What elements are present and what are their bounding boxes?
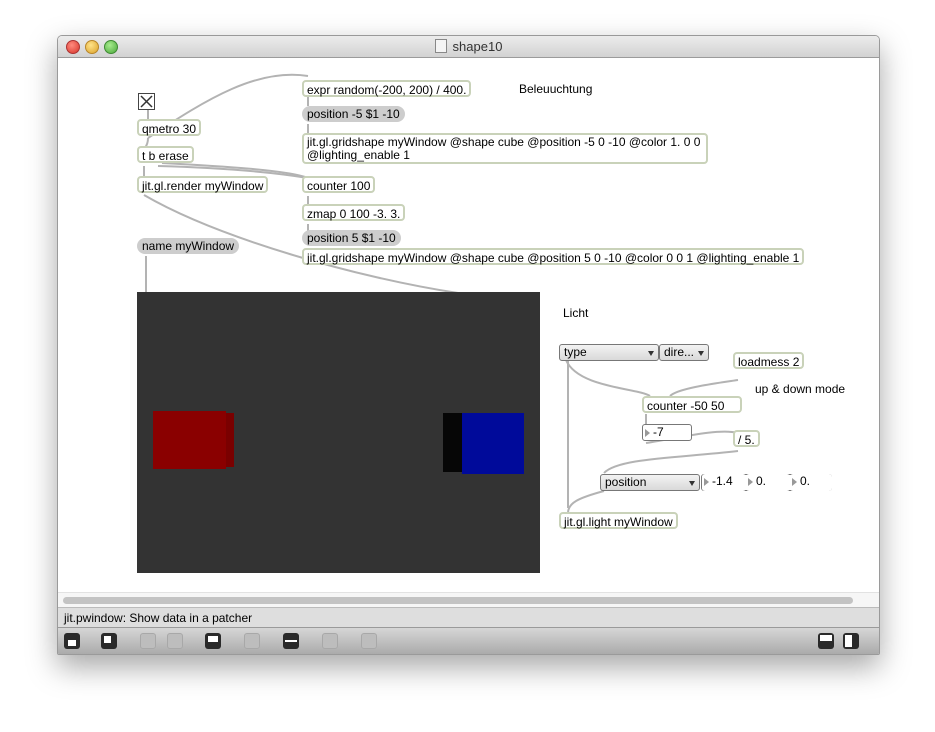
presentation-icon[interactable] xyxy=(101,633,117,649)
jit-pwindow[interactable] xyxy=(137,292,540,573)
number-triangle-icon xyxy=(704,478,709,486)
comment-up-down-mode: up & down mode xyxy=(755,382,846,396)
gear-icon[interactable] xyxy=(361,633,377,649)
chevron-down-icon xyxy=(689,481,695,486)
render-object[interactable]: jit.gl.render myWindow xyxy=(137,176,269,193)
position-numbers[interactable]: -1.4 0. 0. xyxy=(701,474,832,491)
number-triangle-icon xyxy=(748,478,753,486)
patcher-canvas[interactable]: expr random(-200, 200) / 400. Beleuuchtu… xyxy=(58,58,879,594)
inspector-icon[interactable] xyxy=(205,633,221,649)
horizontal-scrollbar[interactable] xyxy=(58,592,879,607)
number-box[interactable]: -7 xyxy=(642,424,692,441)
bottom-toolbar xyxy=(58,627,879,654)
document-icon xyxy=(434,39,447,53)
lock-icon[interactable] xyxy=(64,633,80,649)
gridshape-red-object[interactable]: jit.gl.gridshape myWindow @shape cube @p… xyxy=(302,133,708,164)
grid-icon[interactable] xyxy=(322,633,338,649)
chevron-down-icon xyxy=(648,351,654,356)
chevron-down-icon xyxy=(698,351,704,356)
scrollbar-thumb[interactable] xyxy=(63,597,853,604)
message-position-blue[interactable]: position 5 $1 -10 xyxy=(302,230,401,246)
counter-50-object[interactable]: counter -50 50 xyxy=(642,396,742,413)
divide-object[interactable]: / 5. xyxy=(733,430,760,447)
number-triangle-icon xyxy=(645,429,650,437)
trigger-object[interactable]: t b erase xyxy=(137,146,194,163)
type-menu[interactable]: type xyxy=(559,344,659,361)
message-position-red[interactable]: position -5 $1 -10 xyxy=(302,106,405,122)
comment-beleuchtung: Beleuuchtung xyxy=(519,82,593,96)
connect-icon[interactable] xyxy=(283,633,299,649)
zmap-object[interactable]: zmap 0 100 -3. 3. xyxy=(302,204,406,221)
qmetro-object[interactable]: qmetro 30 xyxy=(137,119,202,136)
loadmess-object[interactable]: loadmess 2 xyxy=(733,352,805,369)
patcher-window: shape10 expr random(-200, 200) / 400. Be… xyxy=(57,35,880,655)
window-title: shape10 xyxy=(58,39,879,54)
edit-icon[interactable] xyxy=(140,633,156,649)
toggle-checkbox[interactable] xyxy=(138,93,155,110)
expr-object[interactable]: expr random(-200, 200) / 400. xyxy=(302,80,472,97)
light-object[interactable]: jit.gl.light myWindow xyxy=(559,512,678,529)
comment-licht: Licht xyxy=(563,306,589,320)
blue-cube xyxy=(462,413,524,474)
number-x[interactable]: -1.4 xyxy=(702,474,746,491)
counter-100-object[interactable]: counter 100 xyxy=(302,176,376,193)
number-triangle-icon xyxy=(792,478,797,486)
gridshape-blue-object[interactable]: jit.gl.gridshape myWindow @shape cube @p… xyxy=(302,248,805,265)
info-icon[interactable] xyxy=(244,633,260,649)
delete-icon[interactable] xyxy=(167,633,183,649)
status-bar: jit.pwindow: Show data in a patcher xyxy=(58,607,879,627)
panel-icon[interactable] xyxy=(843,633,859,649)
direction-menu[interactable]: dire... xyxy=(659,344,709,361)
number-z[interactable]: 0. xyxy=(790,474,832,491)
toggle-x-icon xyxy=(140,95,153,108)
red-cube xyxy=(153,411,226,469)
position-menu[interactable]: position xyxy=(600,474,700,491)
message-name-mywindow[interactable]: name myWindow xyxy=(137,238,240,254)
title-bar[interactable]: shape10 xyxy=(58,36,879,58)
blue-cube-side xyxy=(443,413,462,472)
number-y[interactable]: 0. xyxy=(746,474,790,491)
red-cube-side xyxy=(226,413,234,467)
split-icon[interactable] xyxy=(818,633,834,649)
